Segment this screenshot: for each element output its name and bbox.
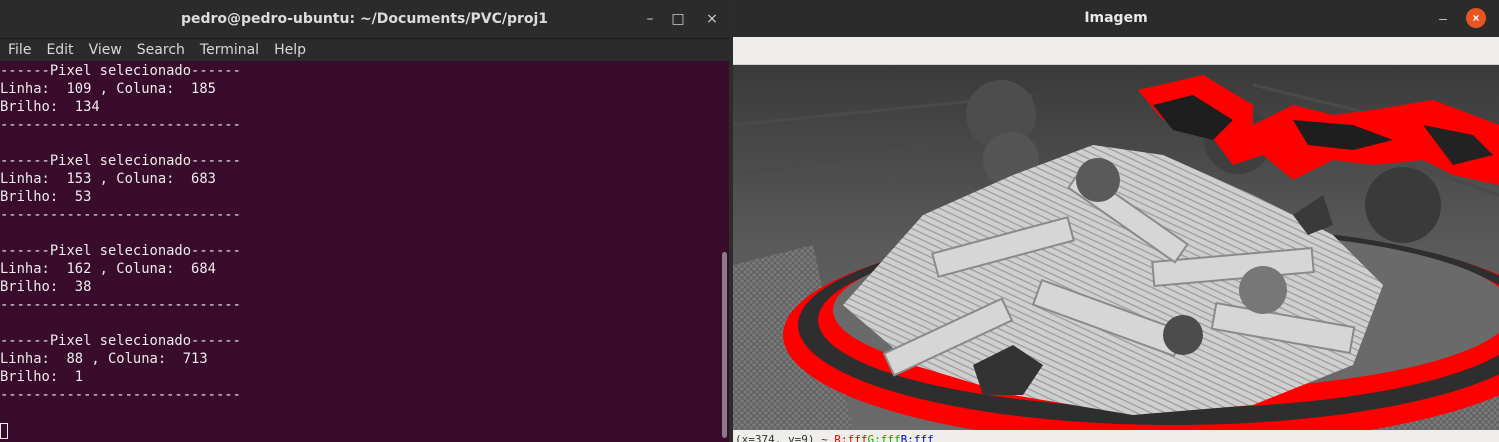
terminal-window: pedro@pedro-ubuntu: ~/Documents/PVC/proj… [0, 0, 729, 442]
terminal-line: Brilho: 38 [0, 279, 92, 295]
menu-search[interactable]: Search [129, 39, 192, 61]
terminal-line: ----------------------------- [0, 207, 241, 223]
terminal-line: Linha: 153 , Coluna: 683 [0, 171, 216, 187]
image-window-title: Imagem [1084, 10, 1148, 26]
menu-edit[interactable]: Edit [38, 39, 80, 61]
terminal-titlebar[interactable]: pedro@pedro-ubuntu: ~/Documents/PVC/proj… [0, 0, 729, 39]
image-statusbar: (x=374, y=9) ~ R:fffG:fffB:fff [733, 430, 1499, 442]
terminal-line: ----------------------------- [0, 387, 241, 403]
terminal-output[interactable]: ------Pixel selecionado------ Linha: 109… [0, 62, 722, 442]
terminal-line: Brilho: 1 [0, 369, 84, 385]
terminal-menubar: File Edit View Search Terminal Help [0, 39, 729, 61]
image-window: Imagem – × (x=374, y=9) ~ R:fffG:fffB:ff… [733, 0, 1499, 442]
close-icon[interactable]: × [1466, 8, 1486, 28]
terminal-line: Brilho: 134 [0, 99, 100, 115]
terminal-line: Brilho: 53 [0, 189, 92, 205]
terminal-line: ------Pixel selecionado------ [0, 63, 241, 79]
terminal-title: pedro@pedro-ubuntu: ~/Documents/PVC/proj… [180, 11, 549, 27]
image-canvas[interactable] [733, 65, 1499, 430]
menu-help[interactable]: Help [266, 39, 313, 61]
status-coords: (x=374, y=9) ~ [735, 433, 828, 442]
image-titlebar[interactable]: Imagem – × [733, 0, 1499, 37]
terminal-line: ------Pixel selecionado------ [0, 243, 241, 259]
minimize-icon[interactable]: – [640, 9, 660, 29]
menu-file[interactable]: File [0, 39, 38, 61]
terminal-line: ----------------------------- [0, 117, 241, 133]
terminal-scrollbar[interactable] [722, 252, 727, 438]
menu-view[interactable]: View [81, 39, 129, 61]
terminal-line: ----------------------------- [0, 297, 241, 313]
pasta-image [733, 65, 1499, 430]
status-g: G:fff [867, 433, 901, 442]
terminal-line: Linha: 109 , Coluna: 185 [0, 81, 216, 97]
terminal-line: Linha: 162 , Coluna: 684 [0, 261, 216, 277]
image-toolbar [733, 37, 1499, 65]
terminal-line: ------Pixel selecionado------ [0, 333, 241, 349]
status-b: B:fff [900, 433, 934, 442]
maximize-icon[interactable]: □ [668, 9, 688, 29]
minimize-icon[interactable]: – [1433, 8, 1453, 28]
terminal-cursor [0, 423, 8, 439]
status-r: R:fff [834, 433, 868, 442]
menu-terminal[interactable]: Terminal [192, 39, 266, 61]
terminal-line: Linha: 88 , Coluna: 713 [0, 351, 208, 367]
close-icon[interactable]: × [702, 9, 722, 29]
terminal-line: ------Pixel selecionado------ [0, 153, 241, 169]
